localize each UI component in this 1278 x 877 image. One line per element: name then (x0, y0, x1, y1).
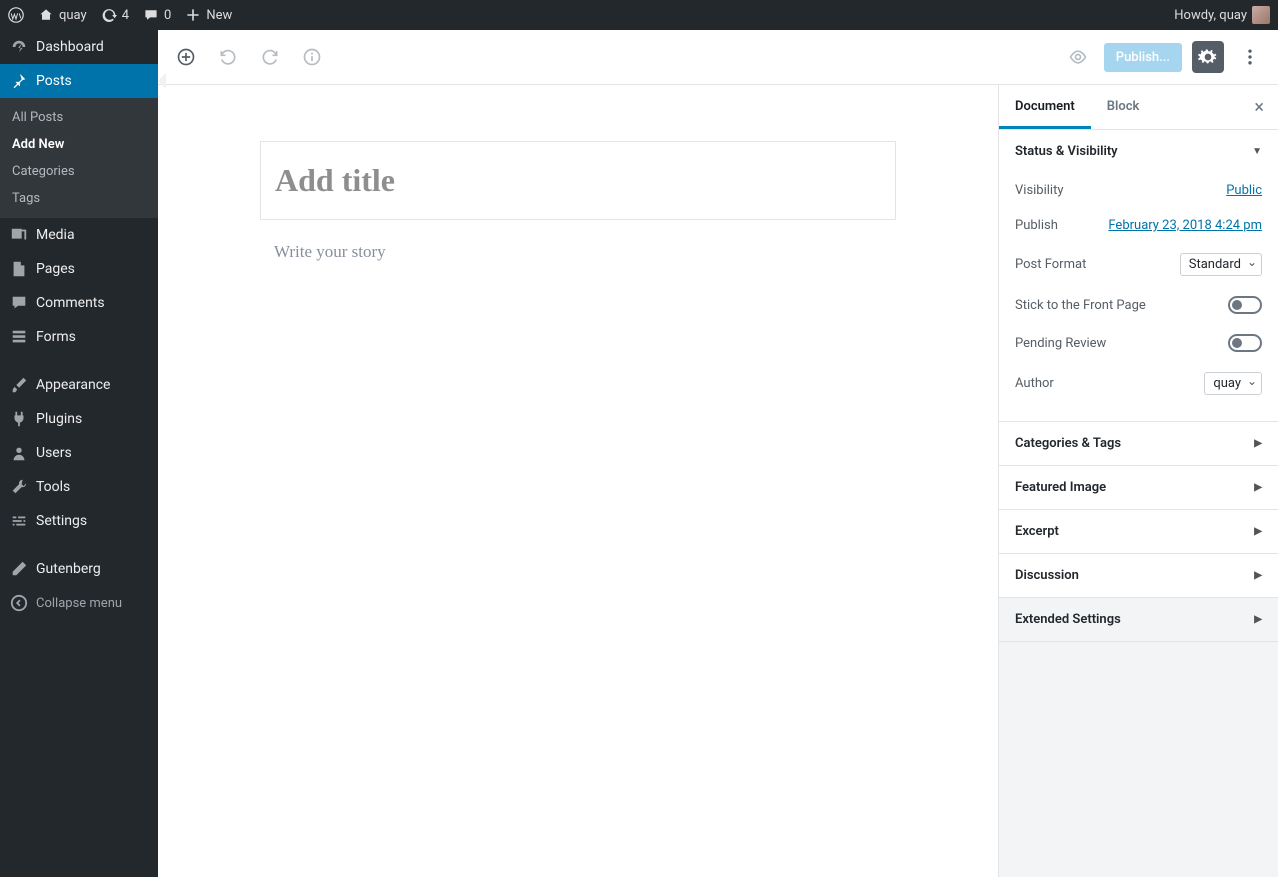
stick-front-label: Stick to the Front Page (1015, 298, 1146, 313)
howdy-user[interactable]: Howdy, quay (1174, 6, 1270, 24)
panel-heading: Extended Settings (1015, 612, 1121, 627)
panel-categories-tags[interactable]: Categories & Tags ▶ (999, 422, 1278, 465)
editor-toolbar: Publish... (158, 30, 1278, 85)
updates-count: 4 (122, 8, 129, 23)
howdy-text: Howdy, quay (1174, 8, 1247, 23)
sidebar-sub-categories[interactable]: Categories (0, 158, 158, 185)
pending-review-toggle[interactable] (1228, 334, 1262, 352)
admin-bar: quay 4 0 New Howdy, quay (0, 0, 1278, 30)
comments-count: 0 (164, 8, 171, 23)
chevron-right-icon: ▶ (1254, 614, 1262, 625)
post-format-label: Post Format (1015, 257, 1086, 272)
sidebar-sub-tags[interactable]: Tags (0, 185, 158, 212)
settings-toggle-button[interactable] (1192, 41, 1224, 73)
more-menu-button[interactable] (1234, 41, 1266, 73)
sidebar-item-forms[interactable]: Forms (0, 320, 158, 354)
undo-button[interactable] (212, 41, 244, 73)
sidebar-item-label: Comments (36, 295, 105, 311)
sidebar-item-label: Appearance (36, 377, 110, 393)
stick-front-toggle[interactable] (1228, 296, 1262, 314)
post-title-input[interactable]: Add title (260, 141, 896, 220)
sidebar-item-tools[interactable]: Tools (0, 470, 158, 504)
panel-heading: Categories & Tags (1015, 436, 1121, 451)
publish-button[interactable]: Publish... (1104, 43, 1182, 72)
site-home-link[interactable]: quay (38, 7, 87, 23)
sidebar-item-label: Posts (36, 73, 72, 89)
publish-label: Publish (1015, 218, 1058, 233)
panel-heading: Featured Image (1015, 480, 1106, 495)
close-panel-button[interactable]: × (1240, 97, 1278, 118)
post-body-input[interactable]: Write your story (260, 220, 896, 262)
settings-panel: Document Block × Status & Visibility ▼ V… (998, 85, 1278, 877)
panel-heading: Discussion (1015, 568, 1079, 583)
sidebar-item-label: Users (36, 445, 72, 461)
pending-review-label: Pending Review (1015, 336, 1106, 351)
sidebar-item-pages[interactable]: Pages (0, 252, 158, 286)
panel-discussion[interactable]: Discussion ▶ (999, 554, 1278, 597)
sidebar-sub-add-new[interactable]: Add New (0, 131, 158, 158)
collapse-menu-button[interactable]: Collapse menu (0, 586, 158, 620)
updates-link[interactable]: 4 (101, 7, 129, 23)
comments-link[interactable]: 0 (143, 7, 171, 23)
chevron-right-icon: ▶ (1254, 526, 1262, 537)
panel-heading: Excerpt (1015, 524, 1059, 539)
sidebar-item-label: Media (36, 227, 75, 243)
sidebar-item-label: Pages (36, 261, 75, 277)
visibility-label: Visibility (1015, 183, 1064, 198)
sidebar-item-label: Forms (36, 329, 76, 345)
sidebar-item-settings[interactable]: Settings (0, 504, 158, 538)
visibility-value[interactable]: Public (1226, 183, 1262, 198)
sidebar-item-plugins[interactable]: Plugins (0, 402, 158, 436)
wp-logo[interactable] (8, 7, 24, 23)
chevron-right-icon: ▶ (1254, 570, 1262, 581)
panel-extended-settings[interactable]: Extended Settings ▶ (999, 598, 1278, 641)
sidebar-item-gutenberg[interactable]: Gutenberg (0, 552, 158, 586)
publish-date[interactable]: February 23, 2018 4:24 pm (1108, 218, 1262, 233)
sidebar-item-label: Settings (36, 513, 87, 529)
tab-block[interactable]: Block (1091, 85, 1156, 129)
avatar (1252, 6, 1270, 24)
sidebar-item-posts[interactable]: Posts (0, 64, 158, 98)
chevron-down-icon: ▼ (1252, 146, 1262, 157)
sidebar-item-label: Dashboard (36, 39, 104, 55)
sidebar-item-dashboard[interactable]: Dashboard (0, 30, 158, 64)
sidebar-item-comments[interactable]: Comments (0, 286, 158, 320)
panel-status-visibility[interactable]: Status & Visibility ▼ (999, 130, 1278, 173)
site-name: quay (59, 8, 87, 23)
sidebar-item-appearance[interactable]: Appearance (0, 368, 158, 402)
author-select[interactable]: quay (1204, 372, 1262, 395)
editor-canvas: Add title Write your story (158, 85, 998, 877)
sidebar-item-label: Gutenberg (36, 561, 101, 577)
chevron-right-icon: ▶ (1254, 482, 1262, 493)
admin-sidebar: Dashboard Posts All PostsAdd NewCategories… (0, 30, 158, 877)
panel-heading: Status & Visibility (1015, 144, 1118, 159)
info-button[interactable] (296, 41, 328, 73)
sidebar-item-media[interactable]: Media (0, 218, 158, 252)
preview-button[interactable] (1062, 41, 1094, 73)
author-label: Author (1015, 376, 1054, 391)
new-label: New (206, 8, 232, 23)
panel-excerpt[interactable]: Excerpt ▶ (999, 510, 1278, 553)
add-block-button[interactable] (170, 41, 202, 73)
new-link[interactable]: New (185, 7, 232, 23)
tab-document[interactable]: Document (999, 85, 1091, 129)
chevron-right-icon: ▶ (1254, 438, 1262, 449)
sidebar-item-label: Tools (36, 479, 70, 495)
panel-featured-image[interactable]: Featured Image ▶ (999, 466, 1278, 509)
sidebar-sub-all-posts[interactable]: All Posts (0, 104, 158, 131)
sidebar-item-users[interactable]: Users (0, 436, 158, 470)
redo-button[interactable] (254, 41, 286, 73)
post-format-select[interactable]: Standard (1180, 253, 1262, 276)
sidebar-item-label: Plugins (36, 411, 82, 427)
